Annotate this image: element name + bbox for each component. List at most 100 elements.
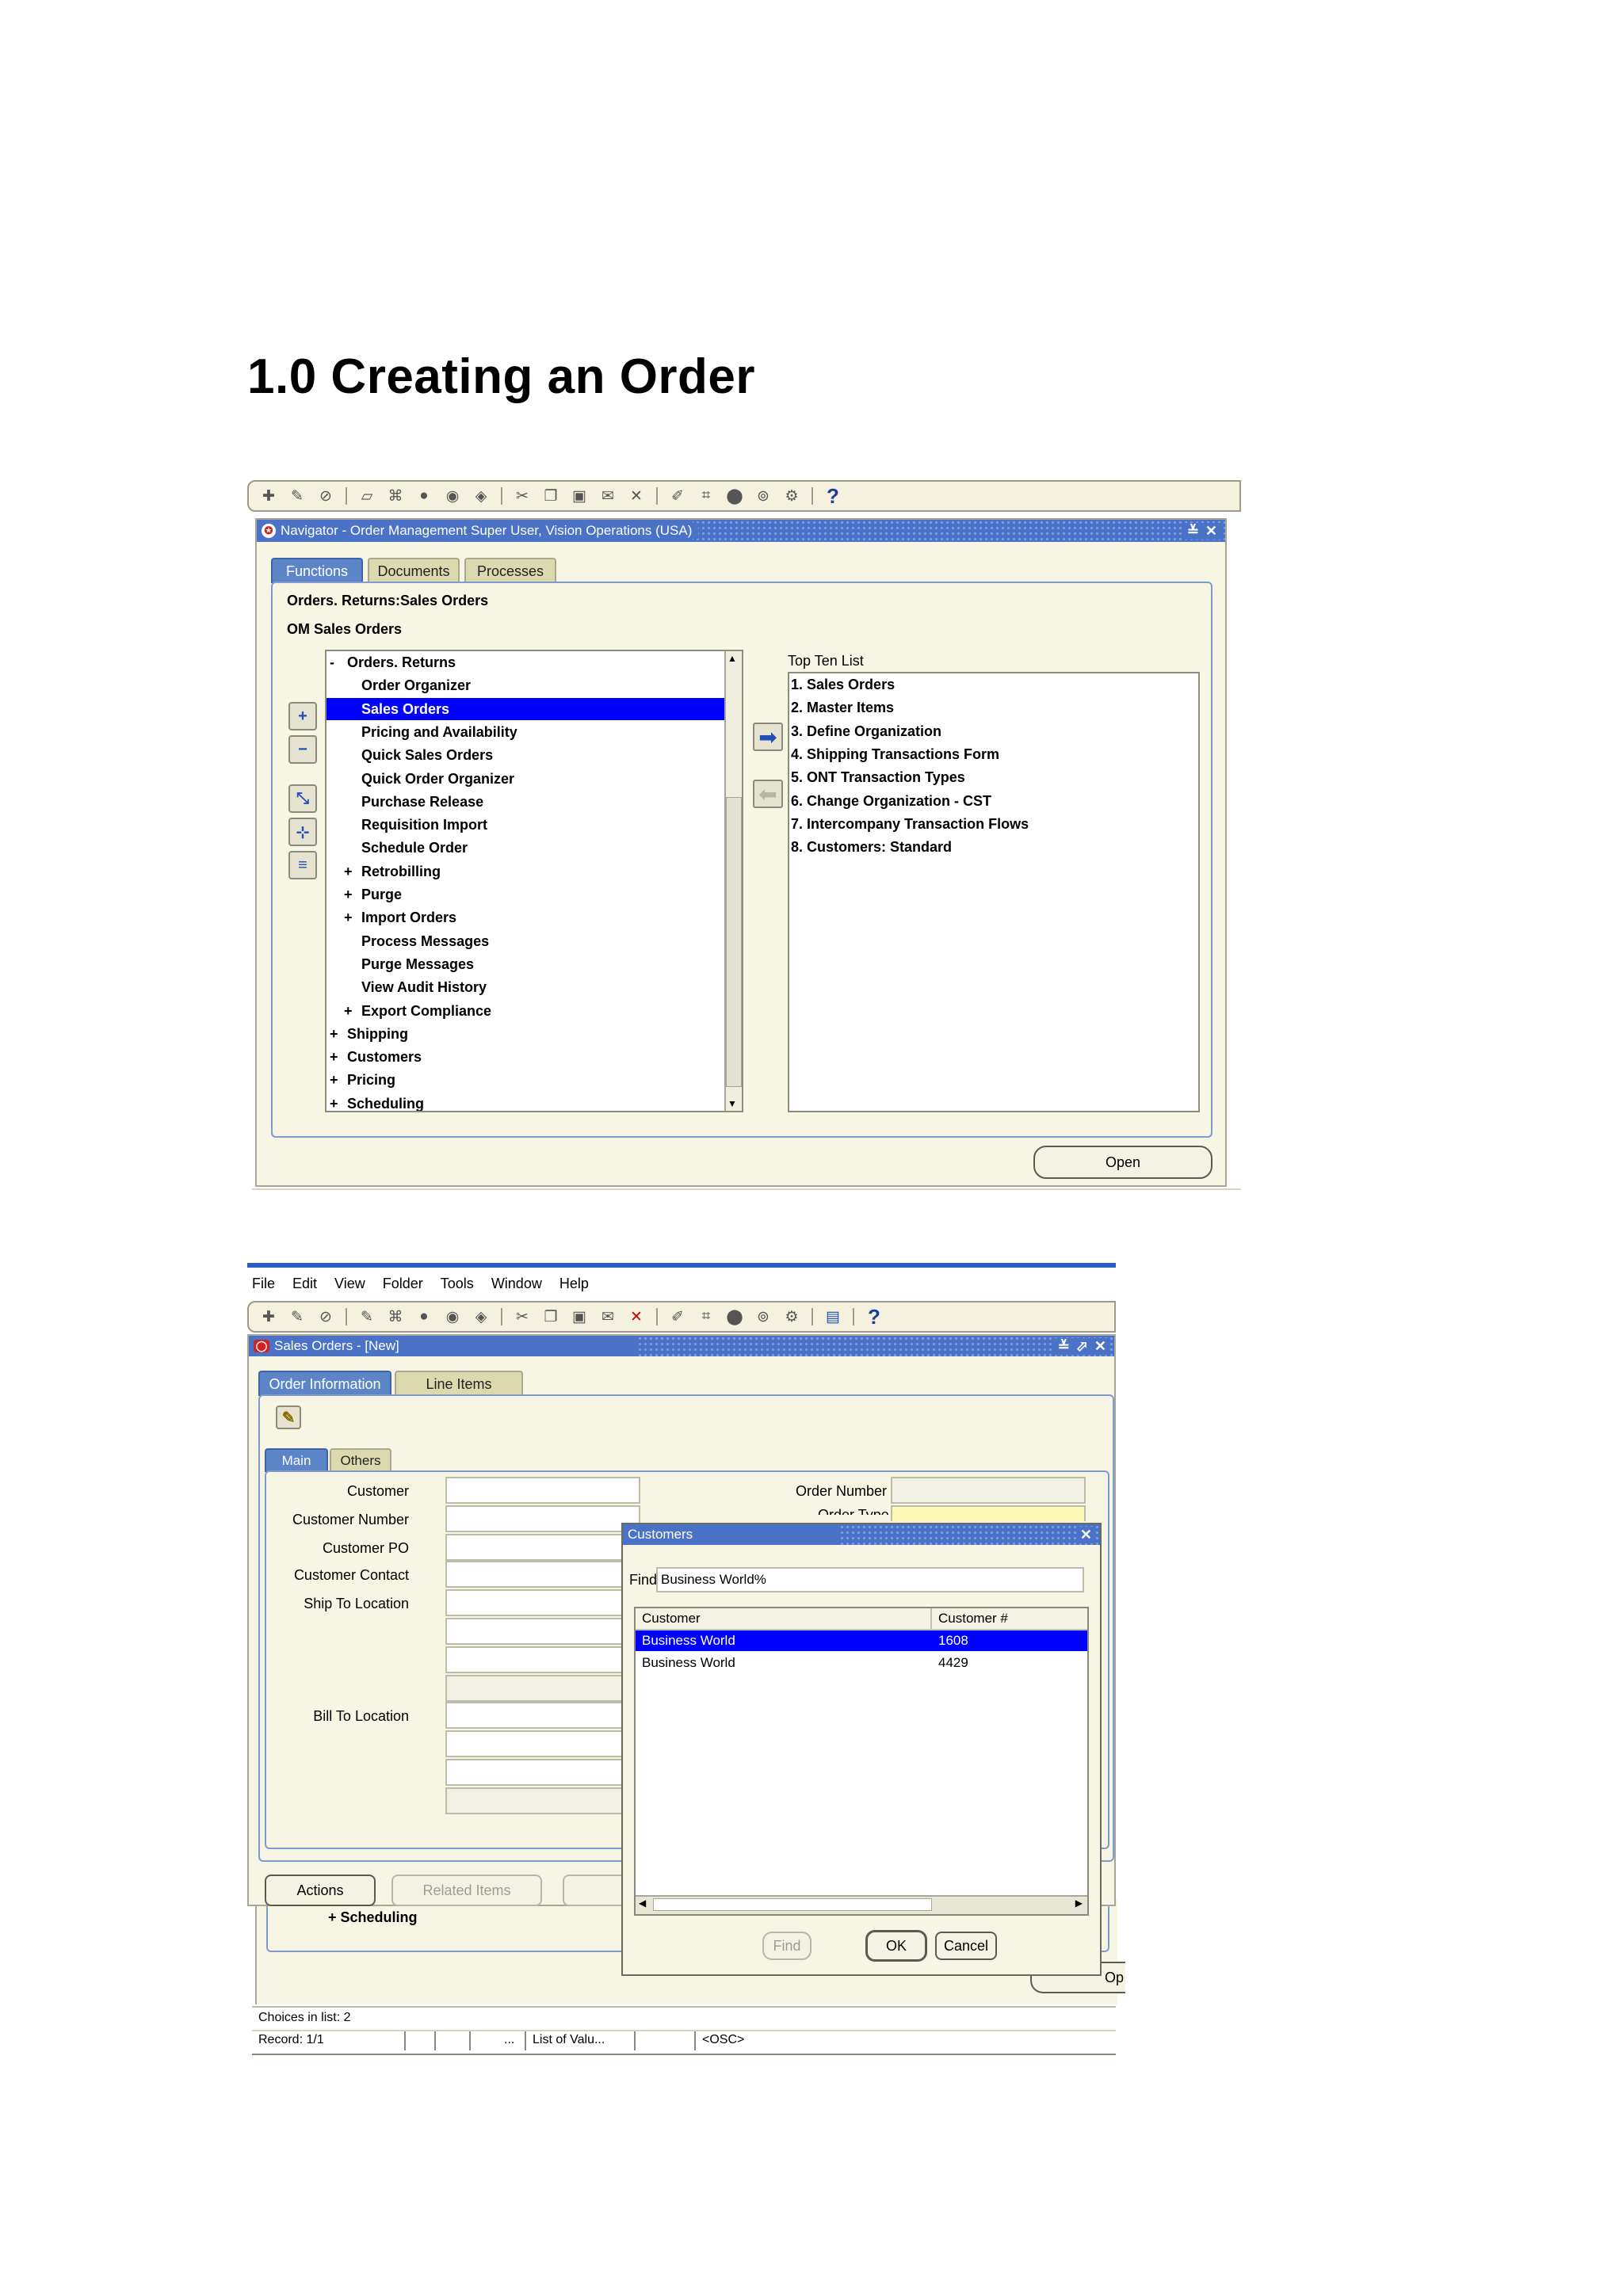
find-button[interactable]: Find	[762, 1932, 812, 1960]
view-icon[interactable]: ◈	[472, 487, 490, 505]
scroll-left-icon[interactable]: ◀	[639, 1897, 646, 1909]
top-ten-item[interactable]: 7. Intercompany Transaction Flows	[791, 813, 1029, 835]
collapse-all-button[interactable]: ≡	[288, 851, 317, 879]
copy-icon[interactable]: ❐	[542, 1308, 559, 1325]
horizontal-scroll-thumb[interactable]	[653, 1898, 932, 1911]
attachments-icon[interactable]: ⊚	[754, 487, 772, 505]
expand-node-icon[interactable]: +	[330, 1046, 338, 1068]
cut-icon[interactable]: ✂	[514, 487, 531, 505]
ship-to-location-field[interactable]	[445, 1589, 640, 1616]
copy-icon[interactable]: ❐	[542, 487, 559, 505]
close-icon[interactable]: ✕	[1090, 1337, 1109, 1355]
cancel-button[interactable]: Cancel	[935, 1932, 997, 1960]
open-icon[interactable]: ✎	[288, 1308, 306, 1325]
tree-item[interactable]: Sales Orders	[327, 697, 726, 720]
view-icon[interactable]: ◈	[472, 1308, 490, 1325]
customer-po-field[interactable]	[445, 1534, 640, 1561]
tree-scroll-thumb[interactable]	[726, 797, 742, 1087]
next-step-icon[interactable]: ✎	[358, 1308, 376, 1325]
tab-order-information[interactable]: Order Information	[258, 1371, 391, 1396]
top-ten-item[interactable]: 2. Master Items	[791, 696, 894, 719]
open-button[interactable]: Open	[1033, 1146, 1212, 1179]
maximize-icon[interactable]: ⬀	[1072, 1337, 1091, 1355]
table-row[interactable]: Business World 1608	[636, 1630, 1087, 1651]
scroll-down-icon[interactable]: ▼	[727, 1098, 737, 1109]
folder-icon[interactable]: ✎	[276, 1405, 301, 1429]
expand-node-icon[interactable]: +	[344, 883, 353, 906]
expand-branch-button[interactable]: ⤡	[288, 784, 317, 813]
top-ten-item[interactable]: 5. ONT Transaction Types	[791, 766, 965, 788]
expand-node-icon[interactable]: +	[330, 1069, 338, 1091]
menu-window[interactable]: Window	[491, 1276, 542, 1292]
new-record-icon[interactable]: ✉	[599, 487, 617, 505]
edit-field-icon[interactable]: ✐	[669, 487, 686, 505]
save-icon[interactable]: ⊘	[317, 1308, 334, 1325]
minimize-icon[interactable]: ≚	[1054, 1337, 1073, 1355]
close-icon[interactable]: ✕	[1076, 1526, 1095, 1543]
actions-button[interactable]: Actions	[265, 1875, 376, 1906]
menu-folder[interactable]: Folder	[383, 1276, 423, 1292]
menu-help[interactable]: Help	[559, 1276, 589, 1292]
print-icon[interactable]: ⌘	[387, 487, 404, 505]
subtab-others[interactable]: Others	[330, 1448, 391, 1472]
tab-line-items[interactable]: Line Items	[395, 1371, 523, 1396]
print-icon[interactable]: ⌘	[387, 1308, 404, 1325]
expand-button[interactable]: +	[288, 702, 317, 730]
help-icon[interactable]: ?	[865, 1305, 883, 1329]
subtab-main[interactable]: Main	[265, 1448, 328, 1472]
expand-all-button[interactable]: ⊹	[288, 818, 317, 846]
menu-edit[interactable]: Edit	[292, 1276, 317, 1292]
scroll-up-icon[interactable]: ▲	[727, 653, 737, 664]
customer-field[interactable]	[445, 1477, 640, 1504]
close-form-icon[interactable]: ●	[415, 1308, 433, 1325]
minimize-icon[interactable]: ≚	[1183, 522, 1202, 540]
tab-functions[interactable]: Functions	[271, 558, 363, 583]
translations-icon[interactable]: ⬤	[726, 487, 743, 505]
remove-from-top-ten-arrow-icon[interactable]: ⬅	[753, 780, 783, 808]
new-icon[interactable]: ✚	[260, 1308, 277, 1325]
tab-processes[interactable]: Processes	[464, 558, 556, 583]
top-ten-item[interactable]: 3. Define Organization	[791, 720, 941, 742]
bill-to-location-field[interactable]	[445, 1702, 640, 1729]
new-record-icon[interactable]: ✉	[599, 1308, 617, 1325]
help-icon[interactable]: ?	[824, 484, 842, 508]
table-row[interactable]: Business World 4429	[636, 1653, 1087, 1673]
attachments-icon[interactable]: ⊚	[754, 1308, 772, 1325]
column-header-customer[interactable]: Customer	[642, 1611, 701, 1627]
paste-icon[interactable]: ▣	[571, 487, 588, 505]
collapse-node-icon[interactable]: -	[330, 651, 334, 673]
next-step-icon[interactable]: ▱	[358, 487, 376, 505]
horizontal-scrollbar[interactable]: ◀ ▶	[636, 1895, 1087, 1914]
folder-tools-icon[interactable]: ⚙	[783, 487, 800, 505]
window-icon[interactable]: ▤	[824, 1308, 842, 1325]
menu-tools[interactable]: Tools	[441, 1276, 474, 1292]
customer-contact-field[interactable]	[445, 1561, 640, 1588]
open-icon[interactable]: ✎	[288, 487, 306, 505]
related-items-button[interactable]: Related Items	[391, 1875, 542, 1906]
delete-record-icon[interactable]: ✕	[628, 1308, 645, 1325]
expand-node-icon[interactable]: +	[344, 1000, 353, 1022]
top-ten-item[interactable]: 1. Sales Orders	[791, 673, 895, 696]
order-type-field[interactable]	[891, 1505, 1086, 1521]
paste-icon[interactable]: ▣	[571, 1308, 588, 1325]
menu-view[interactable]: View	[334, 1276, 365, 1292]
edit-field-icon[interactable]: ✐	[669, 1308, 686, 1325]
zoom-icon[interactable]: ⌗	[697, 1308, 715, 1325]
top-ten-item[interactable]: 4. Shipping Transactions Form	[791, 743, 999, 765]
find-icon[interactable]: ◉	[444, 1308, 461, 1325]
zoom-icon[interactable]: ⌗	[697, 487, 715, 505]
expand-node-icon[interactable]: +	[330, 1093, 338, 1111]
expand-node-icon[interactable]: +	[344, 906, 353, 929]
folder-tools-icon[interactable]: ⚙	[783, 1308, 800, 1325]
scroll-right-icon[interactable]: ▶	[1075, 1897, 1083, 1909]
expand-node-icon[interactable]: +	[344, 860, 353, 883]
new-icon[interactable]: ✚	[260, 487, 277, 505]
find-input[interactable]: Business World%	[656, 1567, 1084, 1592]
column-header-customer-number[interactable]: Customer #	[938, 1611, 1008, 1627]
add-to-top-ten-arrow-icon[interactable]: ➡	[753, 723, 783, 751]
close-form-icon[interactable]: ●	[415, 487, 433, 505]
save-icon[interactable]: ⊘	[317, 487, 334, 505]
translations-icon[interactable]: ⬤	[726, 1308, 743, 1325]
top-ten-item[interactable]: 8. Customers: Standard	[791, 836, 952, 858]
tab-documents[interactable]: Documents	[368, 558, 460, 583]
